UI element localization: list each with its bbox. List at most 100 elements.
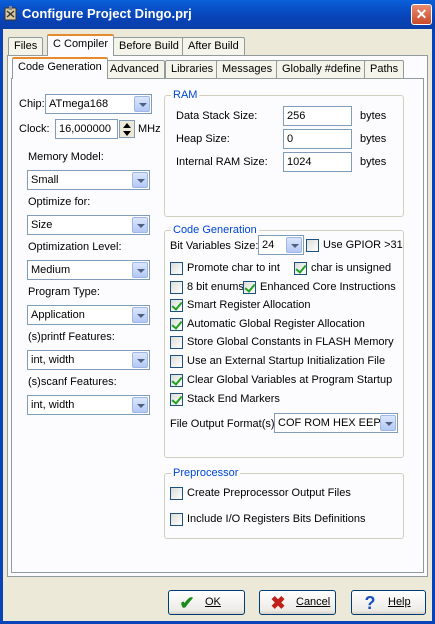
field-value: COF ROM HEX EEP: [278, 417, 381, 429]
checkbox-box[interactable]: [170, 318, 183, 331]
cross-icon: ✖: [270, 593, 286, 613]
field-value: Small: [31, 174, 59, 186]
checkbox-box[interactable]: [243, 281, 256, 294]
bit-variables-select[interactable]: 24: [258, 235, 304, 255]
heap-size-input[interactable]: 0: [283, 129, 352, 149]
preprocessor-group-title: Preprocessor: [171, 467, 241, 479]
checkbox-box[interactable]: [170, 281, 183, 294]
tab-libraries[interactable]: Libraries: [165, 60, 220, 79]
heap-size-unit: bytes: [360, 133, 387, 145]
chevron-down-icon[interactable]: [132, 307, 148, 323]
code-generation-group-title: Code Generation: [171, 224, 259, 236]
checkbox-label: Use an External Startup Initialization F…: [187, 355, 386, 367]
optimize-for-select[interactable]: Size: [27, 215, 150, 235]
checkbox-label: 8 bit enums: [187, 281, 244, 293]
field-value: Medium: [31, 264, 71, 276]
data-stack-input[interactable]: 256: [283, 106, 352, 126]
clock-input[interactable]: 16,000000: [55, 119, 118, 139]
chip-select[interactable]: ATmega168: [45, 94, 152, 114]
printf-features-select[interactable]: int, width: [27, 350, 150, 370]
file-output-select[interactable]: COF ROM HEX EEP: [274, 413, 398, 433]
spin-down-icon[interactable]: [123, 131, 131, 136]
tab-label: After Build: [188, 40, 239, 52]
tab-label: Libraries: [171, 63, 214, 75]
chevron-down-icon[interactable]: [132, 172, 148, 188]
checkbox-box[interactable]: [170, 393, 183, 406]
chevron-down-icon[interactable]: [134, 96, 150, 112]
tab-label: Before Build: [119, 40, 179, 52]
chevron-down-icon[interactable]: [132, 352, 148, 368]
clock-spinner[interactable]: [119, 120, 135, 138]
clock-label: Clock:: [19, 123, 50, 135]
button-label: Help: [388, 596, 411, 608]
checkbox-box[interactable]: [170, 355, 183, 368]
tab-advanced[interactable]: Advanced: [104, 60, 165, 79]
field-value: Application: [31, 309, 85, 321]
ok-button[interactable]: ✔ OK: [168, 590, 245, 615]
button-label: OK: [205, 596, 221, 608]
chevron-down-icon[interactable]: [286, 237, 302, 253]
checkbox-box[interactable]: [170, 262, 183, 275]
close-button[interactable]: ✕: [411, 4, 432, 25]
title-bar: Configure Project Dingo.prj ✕: [0, 0, 435, 29]
printf-features-label: (s)printf Features:: [28, 331, 115, 343]
tab-label: Messages: [222, 63, 273, 75]
program-type-select[interactable]: Application: [27, 305, 150, 325]
checkbox-label: char is unsigned: [311, 262, 392, 274]
tab-code-generation[interactable]: Code Generation: [12, 57, 108, 79]
chevron-down-icon[interactable]: [132, 397, 148, 413]
help-button[interactable]: ? Help: [351, 590, 426, 615]
internal-ram-unit: bytes: [360, 156, 387, 168]
cancel-button[interactable]: ✖ Cancel: [259, 590, 336, 615]
memory-model-select[interactable]: Small: [27, 170, 150, 190]
spin-up-icon[interactable]: [123, 123, 131, 128]
optimization-level-label: Optimization Level:: [28, 241, 122, 253]
checkbox-box[interactable]: [170, 513, 183, 526]
field-value: int, width: [31, 354, 75, 366]
tab-messages[interactable]: Messages: [216, 60, 279, 79]
checkmark-icon: ✔: [179, 593, 195, 613]
checkbox-box[interactable]: [170, 487, 183, 500]
tab-before-build[interactable]: Before Build: [113, 37, 185, 56]
tab-paths[interactable]: Paths: [364, 60, 405, 79]
internal-ram-label: Internal RAM Size:: [176, 156, 268, 168]
checkbox-label: Stack End Markers: [187, 393, 280, 405]
field-value: int, width: [31, 399, 75, 411]
checkbox-label: Promote char to int: [187, 262, 280, 274]
chevron-down-icon[interactable]: [132, 217, 148, 233]
chip-label: Chip:: [19, 98, 45, 110]
checkbox-box[interactable]: [294, 262, 307, 275]
tab-files[interactable]: Files: [8, 37, 44, 56]
checkbox-box[interactable]: [306, 239, 319, 252]
memory-model-label: Memory Model:: [28, 151, 104, 163]
scanf-features-select[interactable]: int, width: [27, 395, 150, 415]
field-value: ATmega168: [49, 98, 109, 110]
ram-group-title: RAM: [171, 89, 200, 101]
checkbox-label: Automatic Global Register Allocation: [187, 318, 365, 330]
optimize-for-label: Optimize for:: [28, 196, 91, 208]
tab-c-compiler[interactable]: C Compiler: [47, 34, 115, 56]
checkbox-label: Smart Register Allocation: [187, 299, 311, 311]
chevron-down-icon[interactable]: [132, 262, 148, 278]
tab-label: Code Generation: [18, 61, 102, 73]
checkbox-box[interactable]: [170, 299, 183, 312]
program-type-label: Program Type:: [28, 286, 100, 298]
checkbox-label: Enhanced Core Instructions: [260, 281, 396, 293]
checkbox-label: Include I/O Registers Bits Definitions: [187, 513, 366, 525]
checkbox-label: Use GPIOR >31: [323, 239, 403, 251]
checkbox-box[interactable]: [170, 374, 183, 387]
chevron-down-icon[interactable]: [380, 415, 396, 431]
field-value: 16,000000: [59, 123, 111, 135]
heap-size-label: Heap Size:: [176, 133, 230, 145]
tab-after-build[interactable]: After Build: [182, 37, 245, 56]
clock-unit: MHz: [138, 123, 161, 135]
internal-ram-input[interactable]: 1024: [283, 152, 352, 172]
checkbox-label: Clear Global Variables at Program Startu…: [187, 374, 393, 386]
optimization-level-select[interactable]: Medium: [27, 260, 150, 280]
scanf-features-label: (s)scanf Features:: [28, 376, 117, 388]
checkbox-box[interactable]: [170, 336, 183, 349]
tab-label: Advanced: [110, 63, 159, 75]
tab-globally-define[interactable]: Globally #define: [276, 60, 367, 79]
data-stack-label: Data Stack Size:: [176, 110, 258, 122]
field-value: 24: [262, 239, 275, 251]
